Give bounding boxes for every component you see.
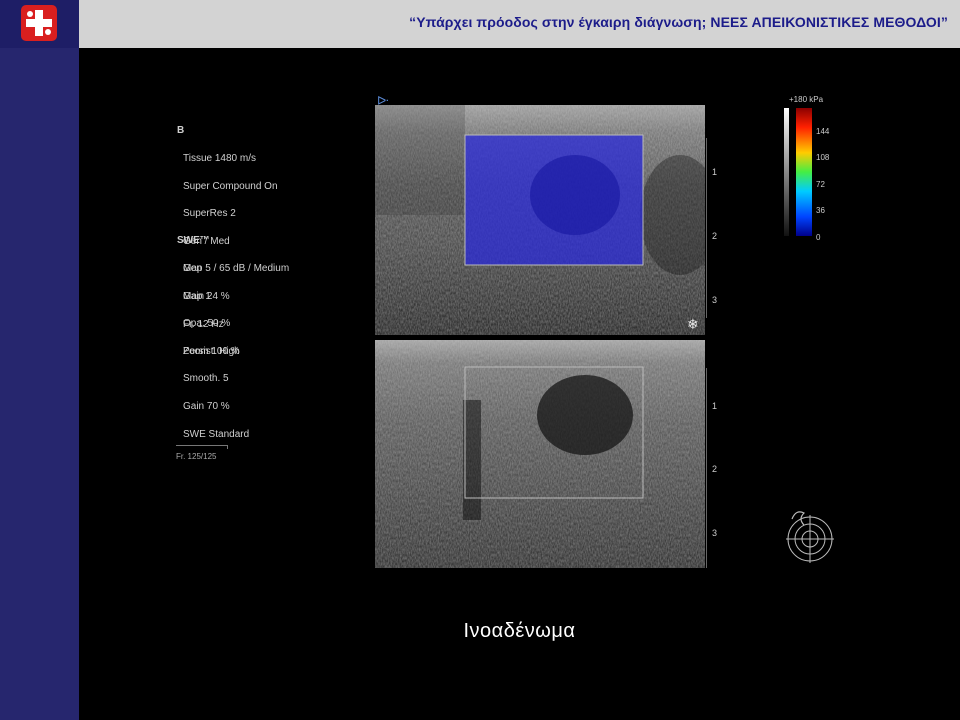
kpa-color-bar xyxy=(784,106,814,243)
left-sidebar xyxy=(0,0,79,720)
swe-line: SWE Standard xyxy=(183,428,250,440)
colorbar-tick: 108 xyxy=(816,153,830,162)
b-mode-heading: B xyxy=(177,125,185,137)
colorbar-tick: 36 xyxy=(816,206,825,215)
probe-orientation-icon xyxy=(778,505,838,570)
swe-line: Map 1 xyxy=(183,290,211,302)
depth-tick: 3 xyxy=(712,528,718,538)
depth-tick: 1 xyxy=(712,167,718,177)
probe-marker-icon: ᐕ xyxy=(377,95,389,108)
depth-tick: 2 xyxy=(712,231,718,241)
frame-counter-label: Fr. 125/125 xyxy=(176,452,217,461)
lesion xyxy=(537,375,633,455)
depth-tick: 1 xyxy=(712,401,718,411)
swe-parameters: SWE™ Gen Map 1 Opa. 50 % Persist. High S… xyxy=(177,218,249,448)
colorbar-tick: 72 xyxy=(816,180,825,189)
frame-counter: Fr. 125/125 xyxy=(176,445,228,461)
ultrasound-top-panel: ᐕ ❄ xyxy=(375,95,705,335)
caption-text: Ινοαδένωμα xyxy=(463,620,576,642)
depth-tick: 2 xyxy=(712,464,718,474)
header-bar: “Υπάρχει πρόοδος στην έγκαιρη διάγνωση; … xyxy=(79,0,960,48)
top-depth-scale xyxy=(706,138,713,318)
swe-line: Smooth. 5 xyxy=(183,373,229,385)
slide-title: “Υπάρχει πρόοδος στην έγκαιρη διάγνωση; … xyxy=(409,14,948,30)
colorbar-max-label: +180 kPa xyxy=(789,95,824,104)
ultrasound-bottom-panel xyxy=(375,340,705,568)
red-cross-logo-icon xyxy=(21,5,57,41)
swe-line: Persist. High xyxy=(183,345,240,357)
depth-tick: 3 xyxy=(712,295,718,305)
colorbar-tick: 0 xyxy=(816,233,821,242)
swe-line: Opa. 50 % xyxy=(183,318,231,330)
logo-area xyxy=(0,0,79,48)
b-mode-line: Tissue 1480 m/s xyxy=(183,153,256,165)
slide-caption: Ινοαδένωμα xyxy=(0,620,960,643)
b-mode-line: Super Compound On xyxy=(183,180,278,192)
snowflake-icon: ❄ xyxy=(687,317,699,333)
colorbar-tick: 144 xyxy=(816,127,830,136)
swe-line: Gain 70 % xyxy=(183,401,230,413)
swe-line: Gen xyxy=(183,263,202,275)
swe-heading: SWE™ xyxy=(177,235,210,247)
cine-bar xyxy=(176,445,228,449)
